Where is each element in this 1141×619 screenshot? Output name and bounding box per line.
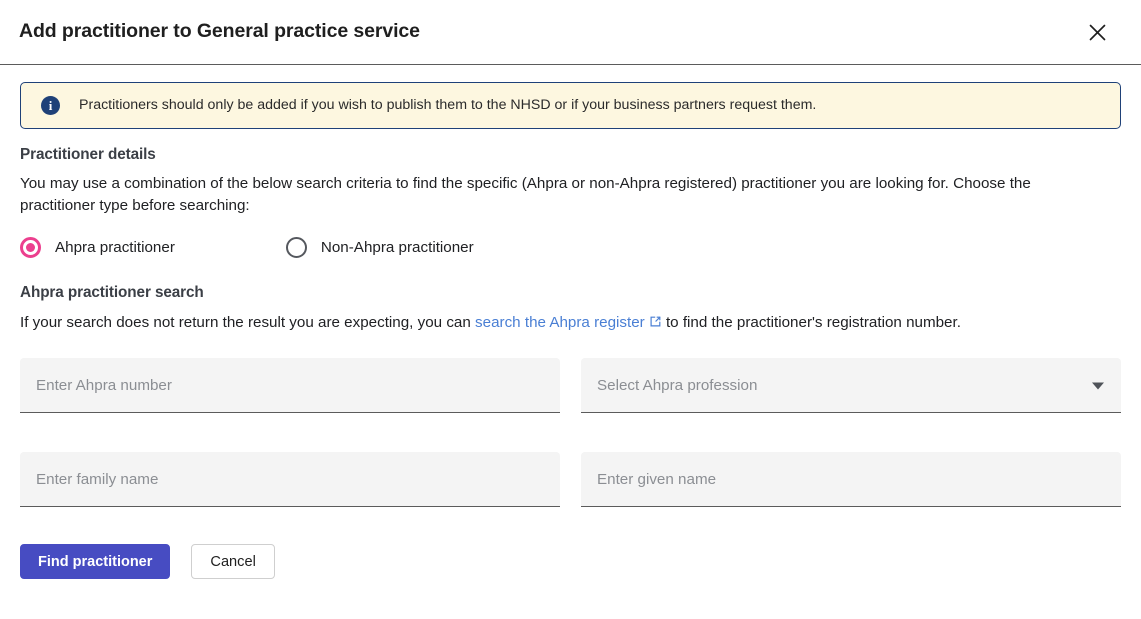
page-title: Add practitioner to General practice ser… — [19, 20, 420, 43]
ahpra-profession-select[interactable]: Select Ahpra profession — [581, 358, 1121, 414]
info-icon: i — [41, 96, 60, 115]
ahpra-search-hint-before: If your search does not return the resul… — [20, 314, 476, 332]
ahpra-search-heading: Ahpra practitioner search — [20, 284, 204, 302]
search-ahpra-register-link[interactable]: search the Ahpra register — [475, 314, 662, 331]
find-practitioner-button[interactable]: Find practitioner — [20, 544, 171, 580]
add-practitioner-modal: Add practitioner to General practice ser… — [0, 0, 1141, 619]
modal-header: Add practitioner to General practice ser… — [0, 0, 1141, 65]
ahpra-profession-field: Select Ahpra profession — [581, 358, 1121, 414]
ahpra-search-hint: If your search does not return the resul… — [20, 312, 1110, 335]
radio-label-ahpra-practitioner: Ahpra practitioner — [55, 239, 175, 257]
given-name-input[interactable] — [581, 452, 1121, 508]
info-banner-text: Practitioners should only be added if yo… — [79, 96, 817, 113]
practitioner-type-radio-group: Ahpra practitioner Non-Ahpra practitione… — [20, 237, 1121, 259]
info-banner: i Practitioners should only be added if … — [20, 82, 1121, 129]
practitioner-details-description: You may use a combination of the below s… — [20, 175, 1031, 215]
search-fields-row-1: Select Ahpra profession — [20, 358, 1121, 414]
close-icon — [1088, 23, 1107, 42]
search-ahpra-register-link-label: search the Ahpra register — [475, 314, 645, 332]
radio-unselected-icon — [285, 237, 307, 259]
given-name-field — [581, 452, 1121, 508]
radio-option-non-ahpra-practitioner[interactable]: Non-Ahpra practitioner — [285, 237, 474, 259]
close-button[interactable] — [1080, 15, 1114, 49]
ahpra-search-hint-after: to find the practitioner's registration … — [661, 314, 961, 332]
family-name-field — [20, 452, 560, 508]
external-link-icon — [649, 313, 662, 335]
modal-body: i Practitioners should only be added if … — [0, 65, 1141, 580]
practitioner-details-heading: Practitioner details — [20, 146, 156, 163]
radio-label-non-ahpra-practitioner: Non-Ahpra practitioner — [320, 239, 474, 257]
search-fields-row-2 — [20, 452, 1121, 508]
modal-actions: Find practitioner Cancel — [20, 544, 1121, 580]
cancel-button[interactable]: Cancel — [191, 544, 275, 580]
radio-option-ahpra-practitioner[interactable]: Ahpra practitioner — [20, 237, 175, 259]
radio-selected-icon — [20, 237, 41, 259]
ahpra-number-field — [20, 358, 560, 414]
family-name-input[interactable] — [20, 452, 560, 508]
ahpra-number-input[interactable] — [20, 358, 560, 414]
